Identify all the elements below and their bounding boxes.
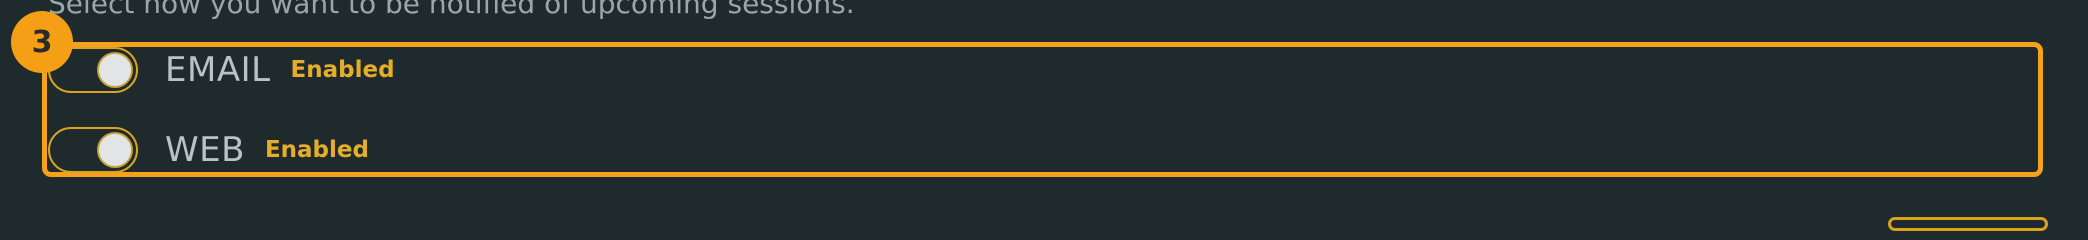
web-status-text: Enabled — [264, 137, 369, 163]
email-status-text: Enabled — [290, 57, 395, 83]
partial-button-edge[interactable] — [1888, 217, 2048, 231]
toggle-knob — [97, 132, 133, 168]
toggle-knob — [97, 52, 133, 88]
email-option-row: EMAIL Enabled — [48, 45, 395, 95]
email-option-label: EMAIL — [165, 50, 271, 90]
step-number-badge: 3 — [11, 11, 73, 73]
notification-settings-page: Select how you want to be notified of up… — [0, 0, 2088, 231]
web-option-label: WEB — [165, 130, 245, 170]
web-option-row: WEB Enabled — [48, 125, 369, 175]
notification-description: Select how you want to be notified of up… — [48, 0, 855, 20]
web-toggle[interactable] — [48, 127, 138, 173]
